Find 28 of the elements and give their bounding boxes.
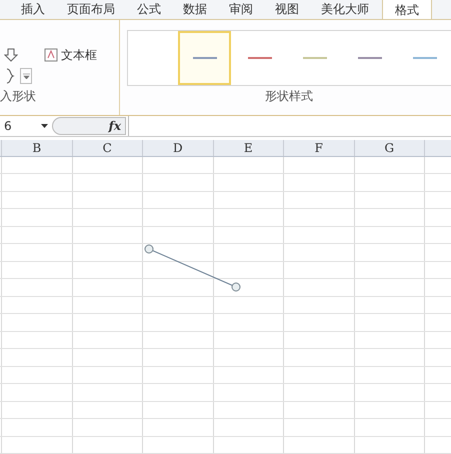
column-header[interactable]: C	[72, 140, 143, 156]
name-box[interactable]: 6	[0, 116, 52, 136]
ribbon-tab[interactable]: 公式	[128, 0, 170, 19]
ribbon-tab[interactable]: 数据	[174, 0, 216, 19]
ribbon-tab[interactable]: 审阅	[220, 0, 262, 19]
line-shape[interactable]	[144, 244, 240, 291]
text-box-icon	[44, 48, 58, 62]
more-shapes-button[interactable]	[20, 68, 32, 84]
column-header[interactable]: E	[214, 140, 284, 156]
group-label: 形状样式	[265, 88, 313, 105]
column-header[interactable]: F	[284, 140, 354, 156]
insert-function-button[interactable]: fx	[108, 116, 121, 135]
shape-style-option[interactable]	[178, 31, 231, 85]
ribbon-tab[interactable]: 美化大师	[312, 0, 378, 19]
column-header[interactable]: B	[2, 140, 72, 156]
ribbon-tab[interactable]: 页面布局	[58, 0, 124, 19]
text-box-button[interactable]: 文本框	[44, 46, 97, 64]
group-label: 入形状	[0, 88, 37, 105]
ribbon-tab[interactable]: 插入	[12, 0, 54, 19]
brace-shape-icon[interactable]	[4, 68, 16, 84]
dropdown-icon	[22, 73, 30, 79]
ribbon-tab[interactable]: 视图	[266, 0, 308, 19]
column-header[interactable]: D	[143, 140, 214, 156]
arrow-shape-icon[interactable]	[4, 48, 18, 62]
dropdown-icon[interactable]	[41, 124, 48, 128]
column-header[interactable]: G	[354, 140, 425, 156]
ribbon-tab[interactable]: 格式	[382, 0, 432, 19]
cell-reference: 6	[4, 118, 12, 135]
